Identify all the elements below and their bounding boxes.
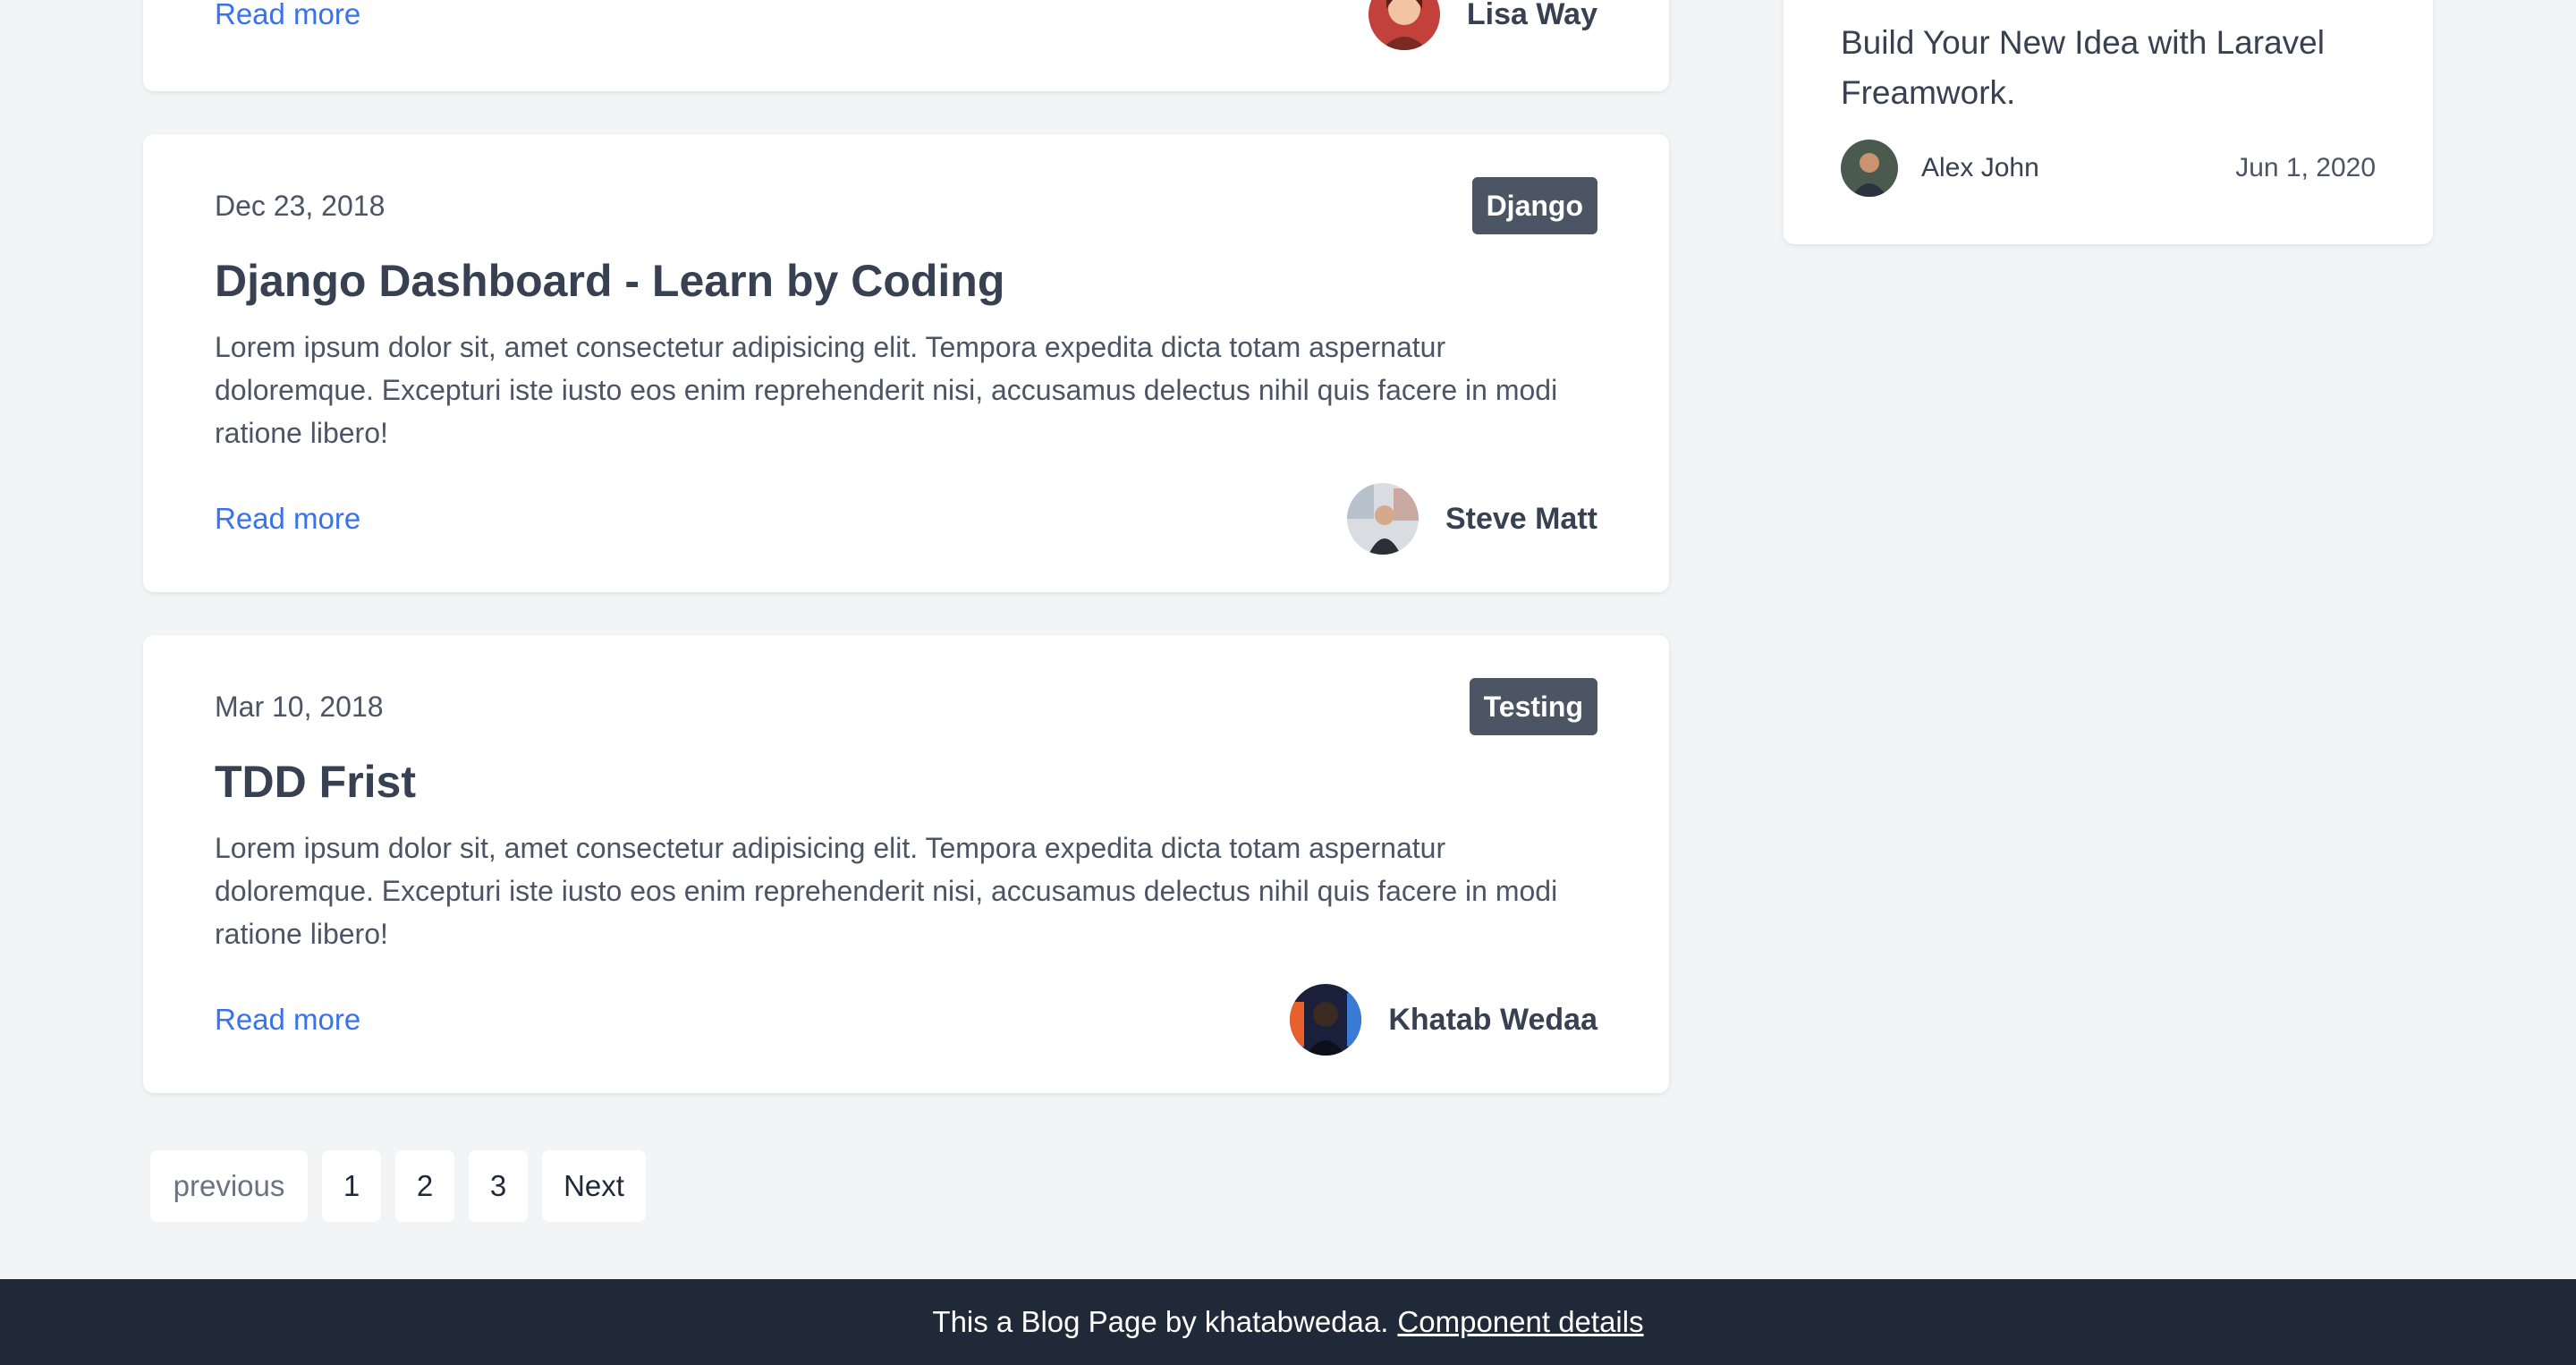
page-2-button[interactable]: 2 [395, 1150, 454, 1222]
blog-page: Read more Lisa Way Dec 23, 2018 Django D… [0, 0, 2576, 1365]
page-3-button[interactable]: 3 [469, 1150, 528, 1222]
author-avatar [1368, 0, 1440, 50]
post-excerpt: Lorem ipsum dolor sit, amet consectetur … [215, 331, 1558, 449]
component-details-link[interactable]: Component details [1397, 1305, 1643, 1339]
sidebar-recent-post: Build Your New Idea with Laravel Freamwo… [1784, 0, 2433, 244]
footer: This a Blog Page by khatabwedaa. Compone… [0, 1279, 2576, 1365]
read-more-link[interactable]: Read more [215, 0, 360, 31]
post-author[interactable]: Lisa Way [1368, 0, 1597, 50]
post-header: Mar 10, 2018 Testing [215, 678, 1597, 735]
read-more-link[interactable]: Read more [215, 1003, 360, 1037]
sidebar-author-name: Alex John [1921, 153, 2039, 182]
author-avatar [1346, 483, 1419, 555]
post-author[interactable]: Khatab Wedaa [1290, 984, 1597, 1056]
post-title[interactable]: TDD Frist [215, 755, 1597, 809]
author-name: Steve Matt [1445, 501, 1597, 536]
sidebar-post-footer: Alex John Jun 1, 2020 [1841, 140, 2376, 197]
post-excerpt: Lorem ipsum dolor sit, amet consectetur … [215, 832, 1558, 950]
author-name: Khatab Wedaa [1388, 1002, 1597, 1037]
post-title[interactable]: Django Dashboard - Learn by Coding [215, 254, 1597, 308]
previous-page-button[interactable]: previous [150, 1150, 308, 1222]
post-author[interactable]: Steve Matt [1346, 483, 1597, 555]
post-card-testing: Mar 10, 2018 Testing TDD Frist Lorem ips… [143, 635, 1669, 1093]
sidebar-post-date: Jun 1, 2020 [2235, 153, 2376, 182]
page-1-button[interactable]: 1 [322, 1150, 381, 1222]
sidebar-author[interactable]: Alex John [1841, 140, 2039, 197]
next-page-button[interactable]: Next [542, 1150, 646, 1222]
post-footer: Read more Lisa Way [215, 0, 1597, 50]
post-footer: Read more Steve Matt [215, 483, 1597, 555]
post-card-django: Dec 23, 2018 Django Django Dashboard - L… [143, 134, 1669, 592]
post-header: Dec 23, 2018 Django [215, 177, 1597, 234]
post-tag-badge[interactable]: Django [1471, 177, 1597, 234]
post-tag-badge[interactable]: Testing [1469, 678, 1597, 735]
post-card-lisa: Read more Lisa Way [143, 0, 1669, 91]
author-name: Lisa Way [1466, 0, 1597, 31]
sidebar-author-avatar [1841, 140, 1898, 197]
author-avatar [1290, 984, 1362, 1056]
read-more-link[interactable]: Read more [215, 502, 360, 536]
sidebar-post-title[interactable]: Build Your New Idea with Laravel Freamwo… [1841, 18, 2376, 118]
post-footer: Read more Khatab Wedaa [215, 984, 1597, 1056]
post-date: Mar 10, 2018 [215, 690, 384, 723]
post-date: Dec 23, 2018 [215, 189, 386, 222]
footer-text: This a Blog Page by khatabwedaa. [932, 1305, 1389, 1338]
pagination: previous 1 2 3 Next [150, 1150, 660, 1222]
